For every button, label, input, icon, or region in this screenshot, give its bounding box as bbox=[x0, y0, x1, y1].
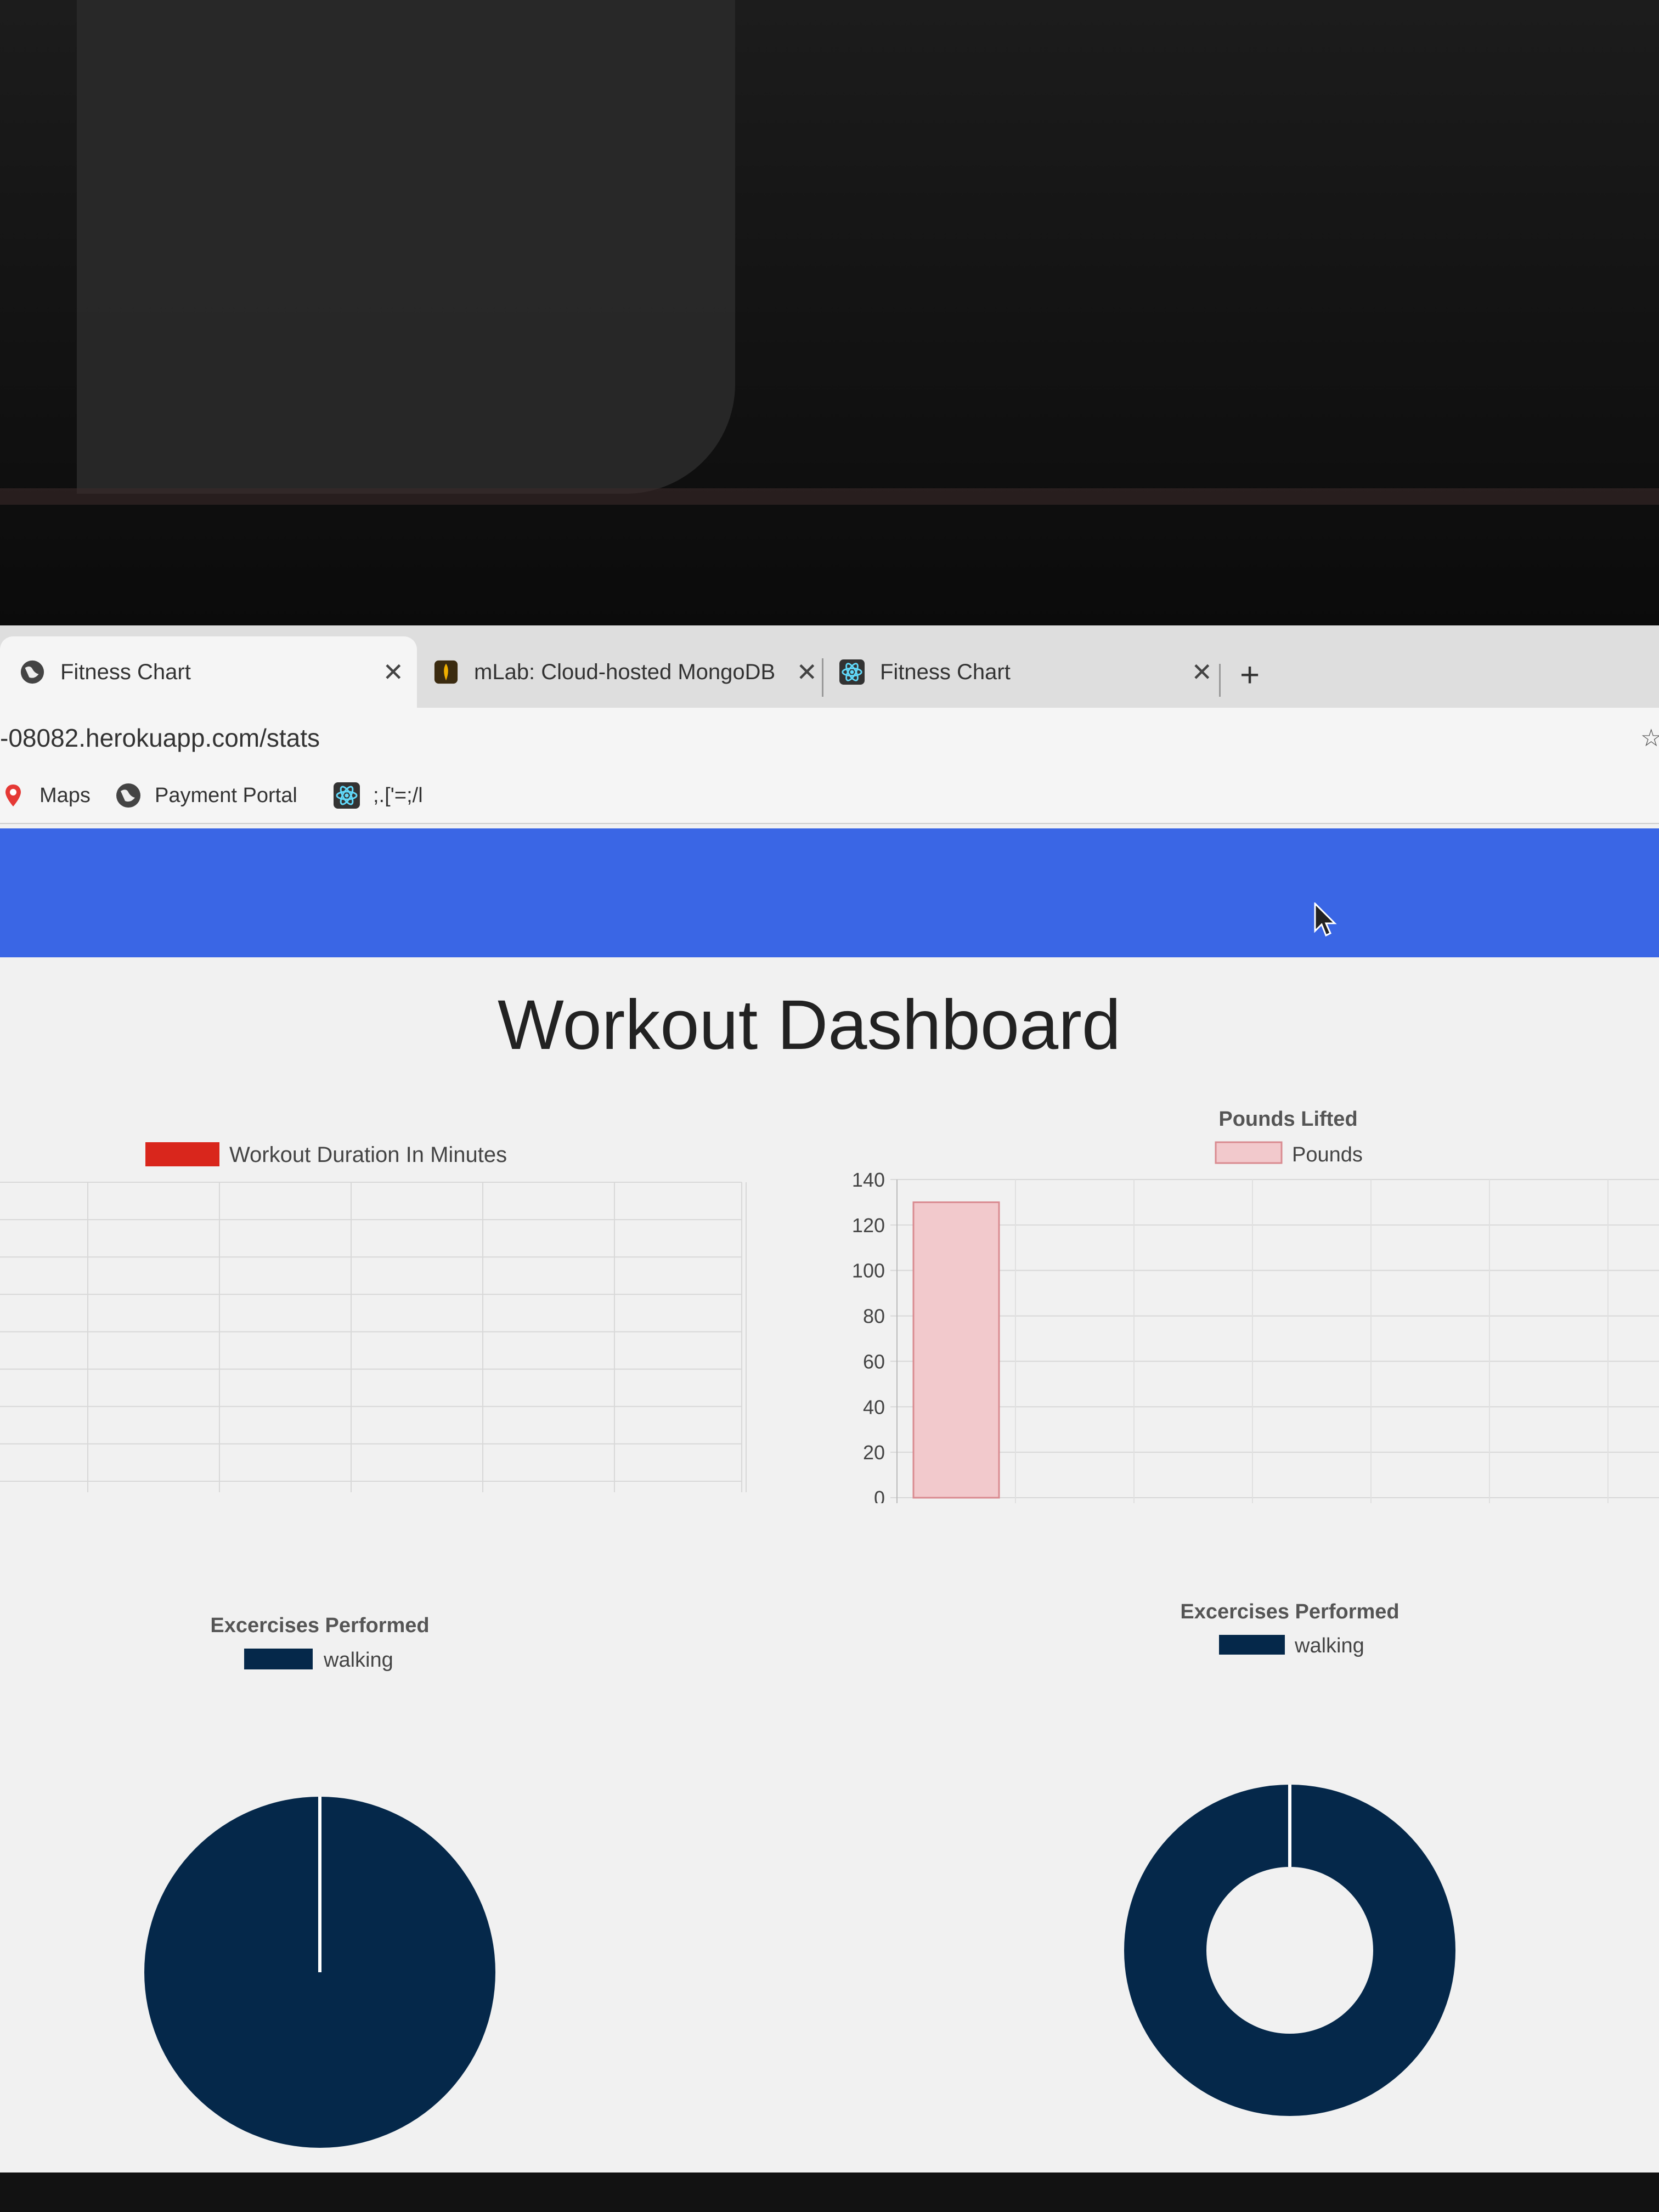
y-tick-label: 140 bbox=[852, 1169, 885, 1191]
tab-divider bbox=[822, 658, 823, 697]
bookmark-maps[interactable]: Maps bbox=[0, 774, 91, 817]
legend-label: walking bbox=[323, 1649, 393, 1672]
legend: Pounds bbox=[1215, 1141, 1363, 1166]
exercises-pie-chart: Excercises Performed walking bbox=[144, 1614, 495, 2148]
bookmark-react[interactable]: ;.['=;/l bbox=[334, 774, 423, 817]
legend-swatch bbox=[1215, 1141, 1283, 1164]
bookmark-payment-portal[interactable]: Payment Portal bbox=[115, 774, 297, 817]
y-tick-label: 100 bbox=[852, 1260, 885, 1282]
legend: walking bbox=[1219, 1634, 1364, 1657]
bookmark-label: Maps bbox=[40, 783, 91, 807]
workout-duration-chart: Workout Duration In Minutes MondayTuesda… bbox=[0, 1142, 747, 1492]
globe-icon bbox=[20, 660, 44, 684]
react-icon bbox=[839, 659, 865, 685]
tab-label: mLab: Cloud-hosted MongoDB bbox=[474, 659, 776, 684]
chart-title: Excercises Performed bbox=[210, 1614, 429, 1637]
browser-window: Fitness Chart ✕ mLab: Cloud-hosted Mongo… bbox=[0, 625, 1659, 2178]
tab-divider bbox=[1219, 664, 1221, 697]
y-tick-label: 60 bbox=[863, 1350, 885, 1373]
chart-title: Pounds Lifted bbox=[1218, 1108, 1357, 1131]
address-bar[interactable]: -08082.herokuapp.com/stats bbox=[0, 708, 320, 768]
doughnut-slices bbox=[1124, 1785, 1455, 2116]
close-tab-icon[interactable]: ✕ bbox=[1191, 657, 1212, 687]
bars bbox=[912, 1201, 1000, 1499]
tab-mlab[interactable]: mLab: Cloud-hosted MongoDB ✕ bbox=[433, 636, 817, 708]
tab-label: Fitness Chart bbox=[60, 659, 191, 684]
mlab-icon bbox=[434, 660, 458, 684]
legend-label: Workout Duration In Minutes bbox=[229, 1143, 507, 1167]
monitor-bezel bbox=[0, 488, 1659, 505]
y-tick-label: 120 bbox=[852, 1214, 885, 1237]
bookmark-label: ;.['=;/l bbox=[373, 783, 423, 807]
y-tick-label: 40 bbox=[863, 1396, 885, 1418]
new-tab-button[interactable]: + bbox=[1240, 656, 1260, 695]
exercises-doughnut-chart: Excercises Performed walking bbox=[1124, 1600, 1455, 2116]
tab-label: Fitness Chart bbox=[880, 659, 1011, 684]
monitor-bottom-bezel bbox=[0, 2172, 1659, 2212]
y-tick-label: 0 bbox=[874, 1487, 885, 1503]
navbar-banner bbox=[0, 828, 1659, 957]
mouse-cursor-icon bbox=[1314, 902, 1337, 937]
legend: walking bbox=[244, 1649, 393, 1672]
bookmark-star-icon[interactable]: ☆ bbox=[1640, 724, 1659, 752]
chart-title: Excercises Performed bbox=[1180, 1600, 1399, 1623]
pounds-lifted-chart: Pounds Lifted Pounds 140120100806040200 … bbox=[852, 1108, 1659, 1503]
legend: Workout Duration In Minutes bbox=[145, 1142, 507, 1167]
y-axis-labels: 140 120 100 80 60 40 20 0 bbox=[852, 1169, 885, 1503]
close-tab-icon[interactable]: ✕ bbox=[796, 657, 817, 687]
tab-fitness-chart-1[interactable]: Fitness Chart ✕ bbox=[0, 636, 417, 708]
react-icon bbox=[334, 782, 360, 809]
maps-icon bbox=[5, 785, 21, 806]
tab-fitness-chart-2[interactable]: Fitness Chart ✕ bbox=[839, 636, 1212, 708]
y-tick-label: 80 bbox=[863, 1305, 885, 1328]
legend-label: Pounds bbox=[1292, 1143, 1363, 1166]
legend-swatch bbox=[244, 1649, 313, 1669]
globe-icon bbox=[116, 783, 140, 808]
y-tick-label: 20 bbox=[863, 1441, 885, 1464]
chart-grid bbox=[890, 1179, 1659, 1503]
chart-grid bbox=[0, 1182, 747, 1492]
page-title: Workout Dashboard bbox=[498, 986, 1121, 1064]
background-object bbox=[77, 0, 735, 494]
pie-slices bbox=[144, 1797, 495, 2148]
close-tab-icon[interactable]: ✕ bbox=[382, 657, 404, 687]
legend-swatch bbox=[145, 1142, 219, 1166]
bookmark-label: Payment Portal bbox=[155, 783, 297, 807]
legend-label: walking bbox=[1294, 1634, 1364, 1657]
legend-swatch bbox=[1219, 1635, 1285, 1655]
bar bbox=[912, 1201, 1000, 1499]
